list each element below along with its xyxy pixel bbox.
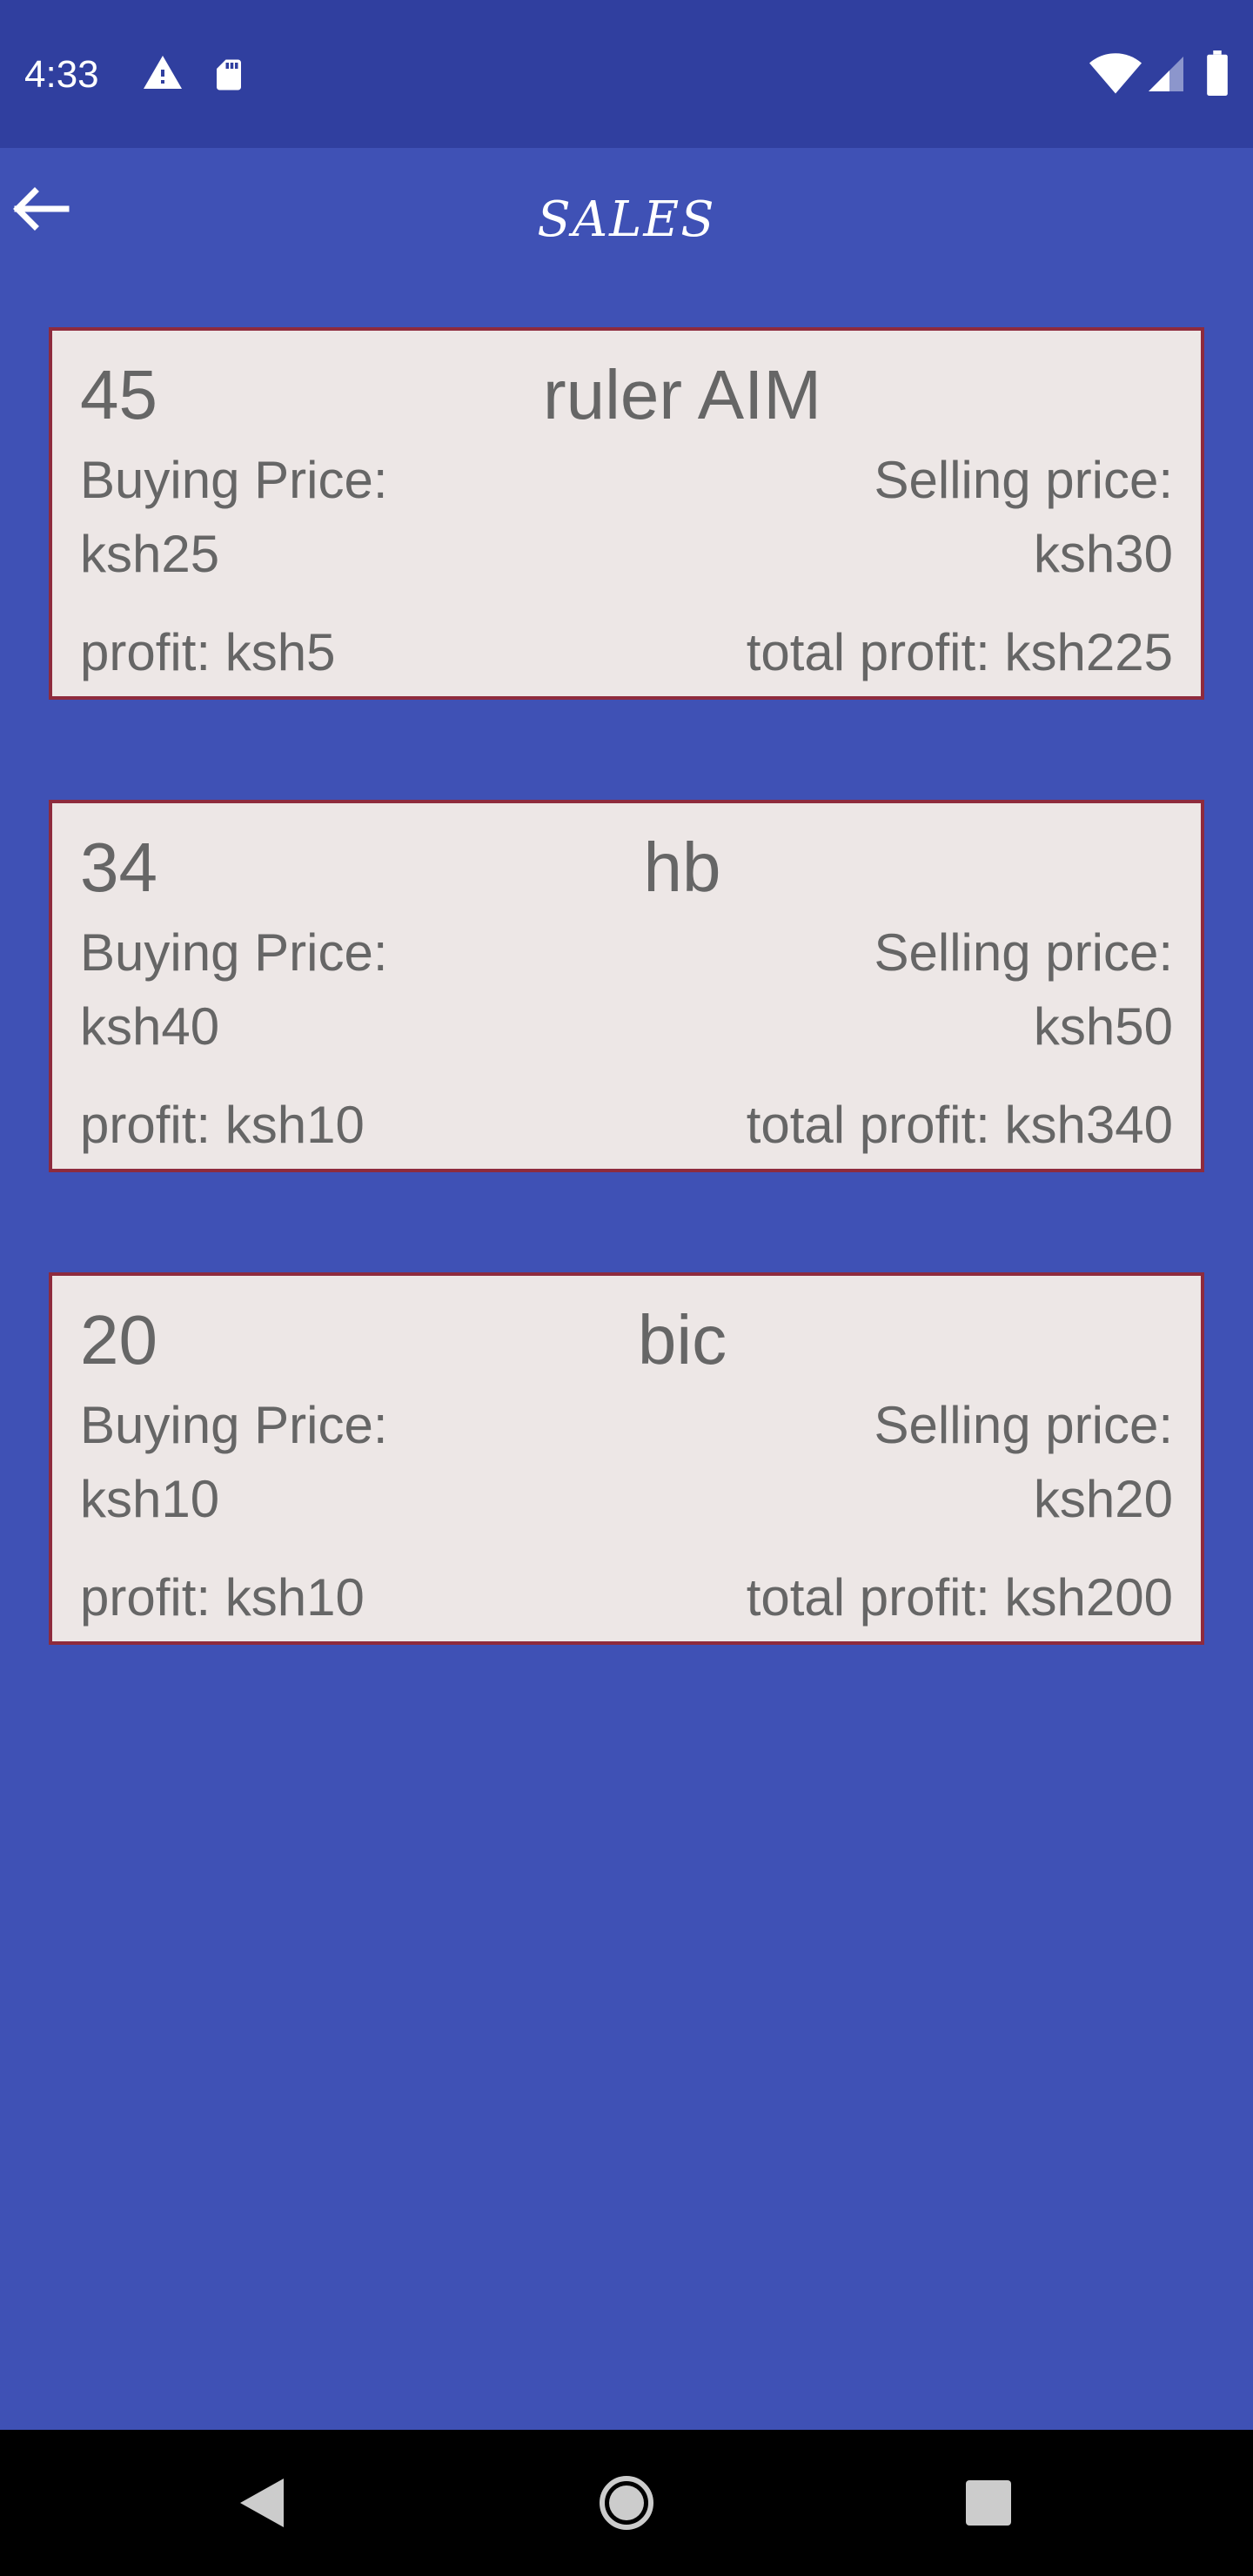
- wifi-icon: [1089, 53, 1142, 94]
- total-profit-text: total profit: ksh340: [746, 1096, 1173, 1154]
- buying-price-value: ksh10: [80, 1470, 220, 1528]
- sales-list: 45 ruler AIM Buying Price: Selling price…: [49, 327, 1204, 1745]
- sale-quantity: 45: [80, 356, 157, 433]
- sale-item-name: bic: [637, 1301, 727, 1379]
- profit-text: profit: ksh10: [80, 1096, 365, 1154]
- selling-price-value: ksh20: [1033, 1470, 1173, 1528]
- sale-card[interactable]: 34 hb Buying Price: Selling price: ksh40…: [49, 800, 1204, 1172]
- nav-back-icon[interactable]: [237, 2475, 287, 2531]
- profit-text: profit: ksh5: [80, 623, 336, 681]
- selling-price-value: ksh30: [1033, 525, 1173, 583]
- navigation-bar: [0, 2430, 1253, 2576]
- selling-price-value: ksh50: [1033, 997, 1173, 1056]
- selling-price-label: Selling price:: [874, 451, 1173, 509]
- sd-card-icon: [217, 59, 241, 91]
- status-bar: 4:33: [0, 0, 1253, 148]
- selling-price-label: Selling price:: [874, 1396, 1173, 1454]
- profit-text: profit: ksh10: [80, 1568, 365, 1627]
- sale-card[interactable]: 20 bic Buying Price: Selling price: ksh1…: [49, 1272, 1204, 1645]
- sale-item-name: ruler AIM: [542, 356, 822, 433]
- buying-price-value: ksh25: [80, 525, 220, 583]
- buying-price-label: Buying Price:: [80, 451, 388, 509]
- sale-item-name: hb: [643, 828, 721, 906]
- nav-recents-icon[interactable]: [964, 2479, 1013, 2527]
- status-time: 4:33: [24, 53, 99, 96]
- warning-icon: [144, 56, 182, 89]
- buying-price-label: Buying Price:: [80, 1396, 388, 1454]
- selling-price-label: Selling price:: [874, 923, 1173, 982]
- screen-title: SALES: [537, 191, 716, 248]
- sale-quantity: 34: [80, 828, 157, 906]
- total-profit-text: total profit: ksh200: [746, 1568, 1173, 1627]
- nav-home-icon[interactable]: [599, 2475, 654, 2531]
- battery-icon: [1207, 50, 1228, 96]
- signal-icon: [1149, 57, 1183, 91]
- total-profit-text: total profit: ksh225: [746, 623, 1173, 681]
- sale-quantity: 20: [80, 1301, 157, 1379]
- buying-price-value: ksh40: [80, 997, 220, 1056]
- buying-price-label: Buying Price:: [80, 923, 388, 982]
- app-bar: SALES: [0, 148, 1253, 296]
- sale-card[interactable]: 45 ruler AIM Buying Price: Selling price…: [49, 327, 1204, 700]
